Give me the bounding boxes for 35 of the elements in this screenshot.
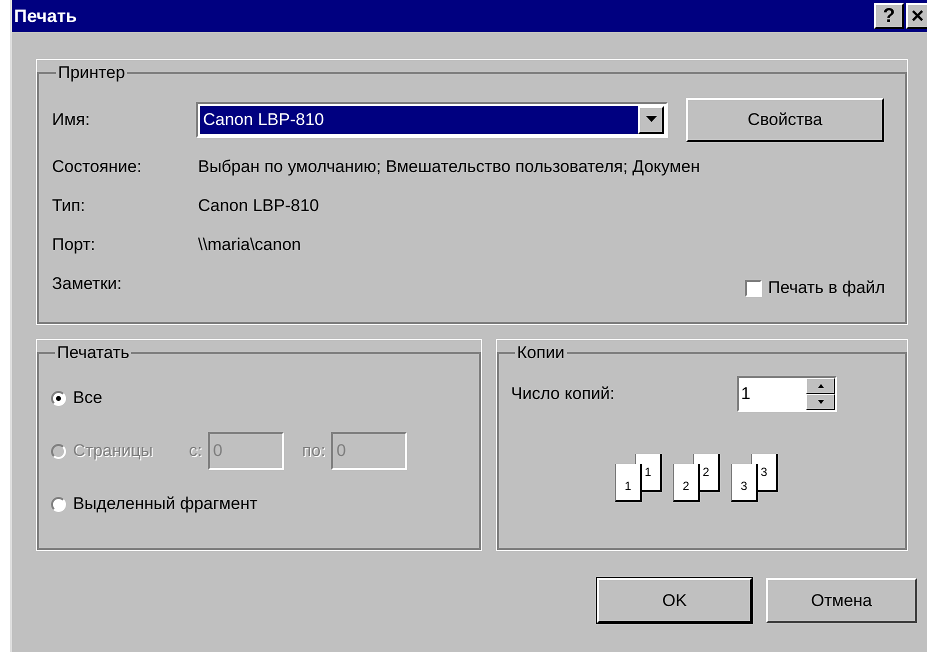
info-value: Canon LBP-810: [198, 195, 319, 218]
properties-button[interactable]: Свойства: [686, 98, 884, 142]
field-label: Число копий:: [511, 382, 616, 405]
up-arrow-icon: [818, 384, 824, 388]
copies-spin-field[interactable]: 1: [737, 376, 837, 412]
radio-label: Выделенный фрагмент: [73, 493, 258, 516]
spin-up-button[interactable]: [806, 378, 835, 394]
copies-value: 1: [740, 382, 752, 405]
radio-button[interactable]: [51, 496, 66, 512]
radio-label: Все: [73, 387, 102, 410]
help-button[interactable]: ?: [874, 3, 904, 29]
info-value: \\maria\canon: [198, 234, 301, 256]
field-label: Имя:: [52, 108, 91, 131]
print-to-file-checkbox[interactable]: [744, 280, 762, 296]
info-label: Состояние:: [52, 156, 143, 178]
selected-printer: Canon LBP-810: [200, 106, 638, 134]
info-label: Порт:: [52, 234, 96, 256]
info-value: Выбран по умолчанию; Вмешательство пользователя; Докумен: [198, 156, 700, 178]
spin-down-button[interactable]: [806, 394, 835, 410]
group-title: Копии: [516, 342, 566, 364]
radio-button[interactable]: [51, 390, 66, 406]
close-button[interactable]: ×: [906, 3, 927, 29]
field-label: по:: [302, 440, 326, 462]
window-title: Печать: [14, 4, 77, 28]
group-title: Принтер: [57, 62, 126, 84]
info-label: Тип:: [52, 195, 86, 218]
dialog-button[interactable]: Отмена: [766, 578, 917, 623]
down-arrow-icon: [818, 400, 824, 404]
dialog-button[interactable]: OK: [597, 578, 752, 623]
group-title: Печатать: [56, 342, 130, 364]
field-label: с:: [188, 440, 202, 462]
info-label: Заметки:: [52, 273, 123, 296]
radio-label: Страницы: [73, 440, 153, 462]
printer-dropdown[interactable]: Canon LBP-810: [196, 102, 668, 138]
checkbox-label: Печать в файл: [768, 277, 885, 300]
